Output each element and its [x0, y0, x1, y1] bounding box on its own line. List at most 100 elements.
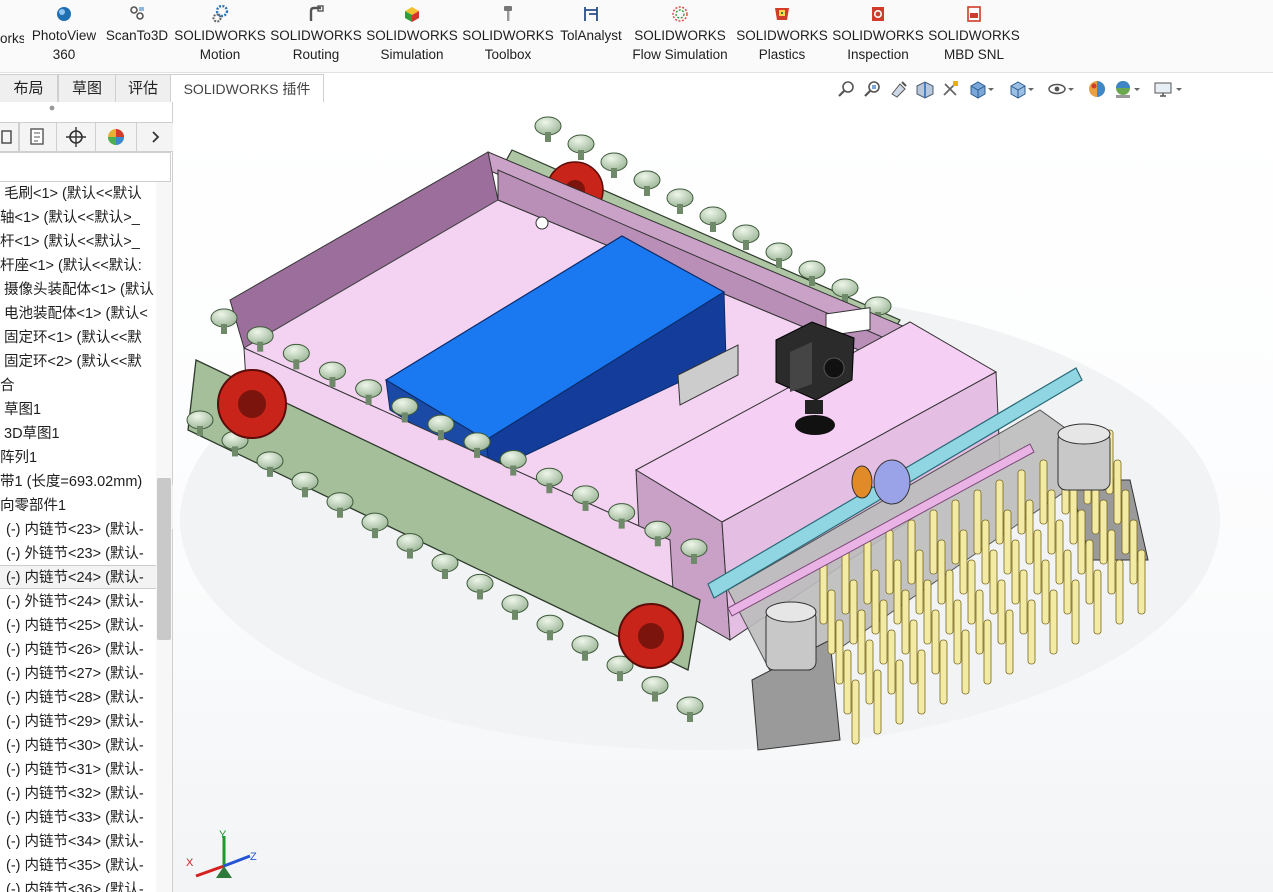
motor-right [1057, 423, 1111, 491]
tree-item-chain-link[interactable]: (-) 内链节<31> (默认- [6, 758, 144, 782]
tree-item-pattern1[interactable]: 阵列1 [0, 446, 37, 470]
chevron-down-icon[interactable] [1132, 78, 1142, 100]
tree-item-camera-assembly[interactable]: 摄像头装配体<1> (默认 [4, 278, 154, 302]
tree-item-chain-link[interactable]: (-) 内链节<30> (默认- [6, 734, 144, 758]
feature-tree: 毛刷<1> (默认<<默认 轴<1> (默认<<默认>_ 杆<1> (默认<<默… [0, 182, 156, 892]
brush-bristle [1027, 599, 1036, 665]
ribbon-scanto3d[interactable]: ScanTo3D [104, 2, 170, 68]
brush-bristle [835, 619, 844, 685]
ribbon-solidworks-inspection[interactable]: SOLIDWORKS Inspection [832, 2, 924, 68]
brush-bristle [961, 629, 970, 695]
tree-item-component-folder[interactable]: 向零部件1 [0, 494, 66, 518]
tab-solidworks-addins[interactable]: SOLIDWORKS 插件 [170, 74, 324, 103]
ribbon-tolanalyst[interactable]: TolAnalyst [558, 2, 624, 68]
apply-scene-icon[interactable] [1112, 78, 1134, 100]
tree-item-chain-link[interactable]: (-) 外链节<24> (默认- [6, 590, 144, 614]
section-view-icon[interactable] [914, 78, 936, 100]
ribbon-solidworks-plastics[interactable]: SOLIDWORKS Plastics [736, 2, 828, 68]
suction-cup-stem [221, 324, 227, 334]
suction-cup-stem [582, 500, 589, 511]
command-manager-tabs: 布局 草图 评估 SOLIDWORKS 插件 [0, 72, 324, 103]
tree-item-shaft[interactable]: 轴<1> (默认<<默认>_ [0, 206, 140, 230]
ribbon-solidworks-routing[interactable]: SOLIDWORKS Routing [270, 2, 362, 68]
display-manager-tab[interactable] [95, 122, 137, 152]
tree-item-chain-link[interactable]: (-) 内链节<34> (默认- [6, 830, 144, 854]
tree-item-fixed-ring-1[interactable]: 固定环<1> (默认<<默 [4, 326, 142, 350]
tree-item-fixed-ring-2[interactable]: 固定环<2> (默认<<默 [4, 350, 142, 374]
tree-item-chain-link-selected[interactable]: (-) 内链节<24> (默认- [0, 565, 156, 589]
tree-item-rod[interactable]: 杆<1> (默认<<默认>_ [0, 230, 140, 254]
suction-cup-stem [743, 240, 749, 250]
ribbon-solidworks-motion[interactable]: SOLIDWORKS Motion [174, 2, 266, 68]
suction-cup-stem [776, 258, 782, 268]
mbd-snl-icon [967, 6, 981, 22]
suction-cup-stem [293, 359, 300, 370]
edit-appearance-icon[interactable] [1086, 78, 1108, 100]
tab-layout[interactable]: 布局 [0, 74, 58, 103]
tree-item-mates[interactable]: 合 [0, 374, 15, 398]
ribbon-solidworks-toolbox[interactable]: SOLIDWORKS Toolbox [462, 2, 554, 68]
dynamic-annotation-icon[interactable] [940, 78, 962, 100]
feature-manager-tab[interactable] [0, 122, 19, 152]
ribbon-solidworks-mbd-snl[interactable]: SOLIDWORKS MBD SNL [928, 2, 1020, 68]
brush-bristle [909, 619, 918, 685]
tree-item-chain-link[interactable]: (-) 内链节<29> (默认- [6, 710, 144, 734]
tree-item-chain-link[interactable]: (-) 内链节<27> (默认- [6, 662, 144, 686]
configuration-manager-tab[interactable] [56, 122, 96, 152]
tree-item-sketch1[interactable]: 草图1 [4, 398, 41, 422]
tree-item-chain-link[interactable]: (-) 内链节<35> (默认- [6, 854, 144, 878]
feature-tree-filter[interactable] [0, 152, 171, 182]
tree-item-brush[interactable]: 毛刷<1> (默认<<默认 [4, 182, 142, 206]
zoom-to-fit-icon[interactable] [836, 78, 858, 100]
zoom-to-area-icon[interactable] [862, 78, 884, 100]
previous-view-icon[interactable] [888, 78, 910, 100]
tab-evaluate[interactable]: 评估 [115, 74, 171, 103]
tree-item-rod-seat[interactable]: 杆座<1> (默认<<默认: [0, 254, 142, 278]
simulation-cube-icon [405, 7, 419, 22]
suction-cup-stem [687, 712, 693, 722]
graphics-viewport[interactable] [173, 102, 1273, 892]
suction-cup-stem [267, 466, 273, 477]
suction-cup-stem [677, 204, 683, 214]
suction-cup-stem [809, 276, 815, 286]
tree-item-chain-link[interactable]: (-) 内链节<26> (默认- [6, 638, 144, 662]
tree-scrollbar-thumb[interactable] [157, 478, 171, 640]
suction-cup-stem [337, 507, 343, 518]
tree-item-chain-link[interactable]: (-) 内链节<33> (默认- [6, 806, 144, 830]
chevron-down-icon[interactable] [986, 78, 996, 100]
suction-cup-stem [547, 630, 553, 641]
chevron-down-icon[interactable] [1174, 78, 1184, 100]
tree-item-chain-link[interactable]: (-) 内链节<25> (默认- [6, 614, 144, 638]
view-settings-icon[interactable] [1152, 78, 1174, 100]
panel-expand-button[interactable] [136, 122, 173, 152]
chevron-down-icon[interactable] [1066, 78, 1076, 100]
brush-bristle [1049, 589, 1058, 655]
tree-item-belt1[interactable]: 带1 (长度=693.02mm) [0, 470, 142, 494]
chevron-down-icon[interactable] [1026, 78, 1036, 100]
triad-y-label: Y [219, 829, 227, 841]
brush-bristle [929, 509, 938, 575]
panel-grip-icon[interactable] [48, 104, 56, 112]
brush-bristle [871, 569, 880, 635]
ribbon-solidworks-flow-simulation[interactable]: SOLIDWORKS Flow Simulation [628, 2, 732, 68]
tree-item-chain-link[interactable]: (-) 内链节<23> (默认- [6, 518, 144, 542]
ribbon-label-line1: SOLIDWORKS [270, 28, 362, 43]
tree-item-chain-link[interactable]: (-) 外链节<23> (默认- [6, 542, 144, 566]
tab-sketch[interactable]: 草图 [58, 74, 116, 103]
ribbon-photoview-360[interactable]: PhotoView 360 [28, 2, 100, 68]
tree-item-battery-assembly[interactable]: 电池装配体<1> (默认< [4, 302, 148, 326]
tree-item-chain-link[interactable]: (-) 内链节<28> (默认- [6, 686, 144, 710]
tree-item-chain-link[interactable]: (-) 内链节<36> (默认- [6, 878, 144, 892]
hide-show-icon[interactable] [1046, 78, 1068, 100]
tree-item-chain-link[interactable]: (-) 内链节<32> (默认- [6, 782, 144, 806]
property-manager-tab[interactable] [19, 122, 57, 152]
view-orientation-icon[interactable] [966, 78, 988, 100]
ribbon-solidworks-simulation[interactable]: SOLIDWORKS Simulation [366, 2, 458, 68]
brush-bristle [1121, 489, 1130, 555]
ribbon-solidworks-truncated[interactable]: orks [0, 2, 24, 68]
display-style-icon[interactable] [1006, 78, 1028, 100]
suction-cup-stem [654, 536, 661, 547]
tree-item-3dsketch1[interactable]: 3D草图1 [4, 422, 60, 446]
brush-bristle [863, 539, 872, 605]
suction-cup-stem [329, 377, 336, 388]
